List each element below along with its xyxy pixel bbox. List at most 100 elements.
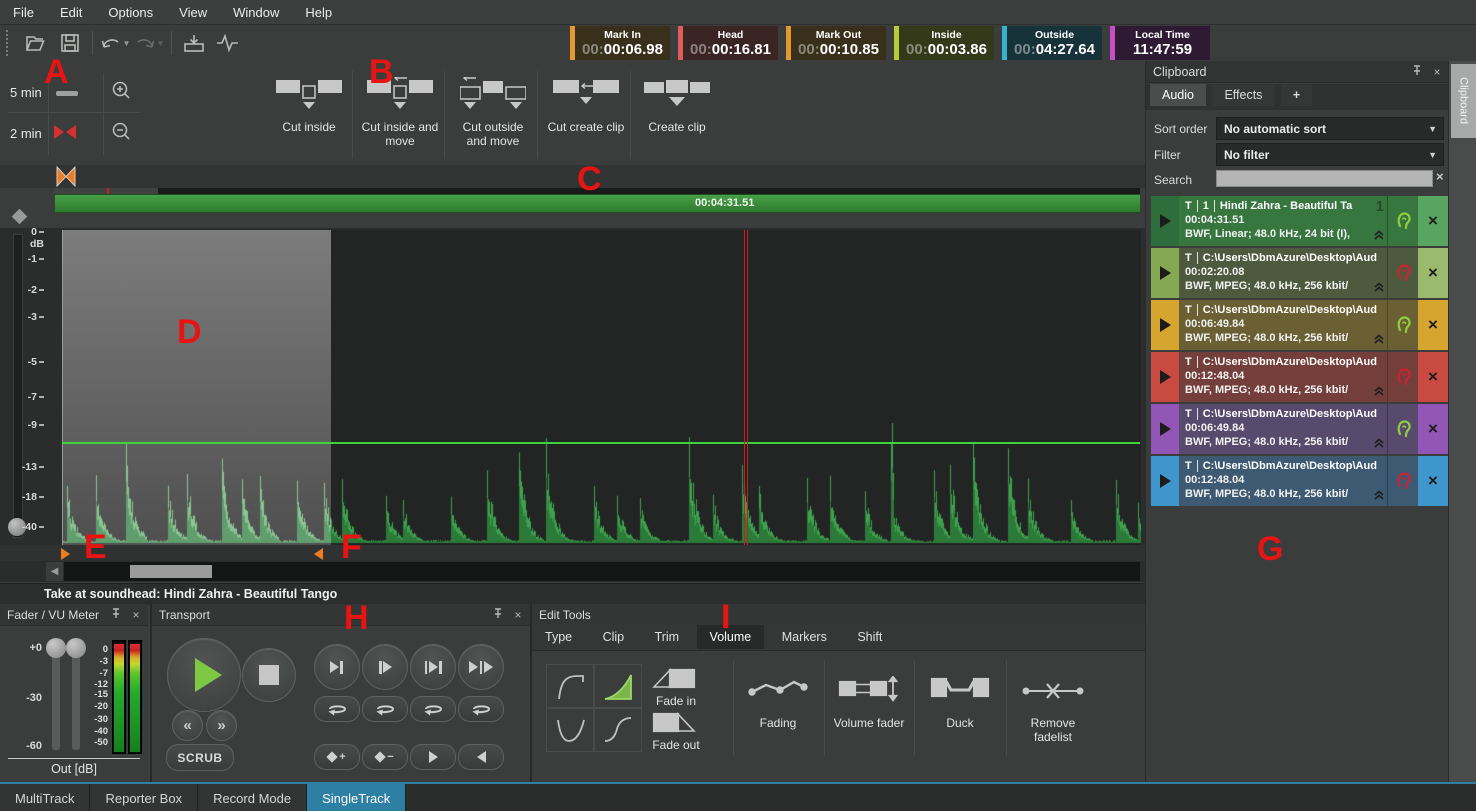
play-take-button[interactable] [1151, 300, 1179, 350]
redo-dropdown-caret[interactable]: ▼ [157, 39, 165, 48]
menu-window[interactable]: Window [220, 2, 292, 23]
volume-fader-label[interactable]: Volume fader [829, 716, 909, 730]
waveform-display[interactable] [62, 230, 1141, 545]
fade-curve-scurve1-button[interactable] [546, 707, 595, 752]
waveform-tool-button[interactable] [211, 29, 245, 57]
play-around-cut-button[interactable] [458, 644, 504, 690]
clear-search-icon[interactable]: × [1436, 169, 1444, 184]
menu-help[interactable]: Help [292, 2, 345, 23]
remove-fadelist-label[interactable]: Removefadelist [1013, 716, 1093, 744]
toolbar-grip[interactable] [6, 30, 13, 56]
close-icon[interactable]: × [128, 608, 144, 622]
clipboard-item-2[interactable]: TC:\Users\DbmAzure\Desktop\Aud 00:02:20.… [1151, 248, 1448, 298]
zoom-to-selection-icon[interactable] [54, 125, 76, 139]
prelisten-button[interactable] [1387, 300, 1418, 350]
play-from-mark-button[interactable] [362, 644, 408, 690]
play-take-button[interactable] [1151, 196, 1179, 246]
edit-marker-strip[interactable] [0, 545, 1145, 561]
playhead-cursor[interactable] [744, 230, 745, 560]
take-info[interactable]: TC:\Users\DbmAzure\Desktop\Aud 00:02:20.… [1179, 248, 1387, 298]
pin-icon[interactable] [1409, 65, 1425, 79]
fade-out-label[interactable]: Fade out [636, 738, 716, 752]
mark-out-flag-icon[interactable] [314, 548, 323, 560]
tab-trim[interactable]: Trim [642, 625, 693, 649]
take-info[interactable]: TC:\Users\DbmAzure\Desktop\Aud 00:12:48.… [1179, 456, 1387, 506]
tab-markers[interactable]: Markers [769, 625, 840, 649]
loop-1-button[interactable] [314, 696, 360, 722]
stop-button[interactable] [242, 648, 296, 702]
loop-2-button[interactable] [362, 696, 408, 722]
clipboard-item-5[interactable]: TC:\Users\DbmAzure\Desktop\Aud 00:06:49.… [1151, 404, 1448, 454]
zoom-preset-5min[interactable]: 5 min [10, 85, 42, 100]
undo-dropdown-caret[interactable]: ▼ [123, 39, 131, 48]
take-info[interactable]: TC:\Users\DbmAzure\Desktop\Aud 00:06:49.… [1179, 300, 1387, 350]
skip-back-button[interactable]: « [172, 710, 203, 741]
loop-3-button[interactable] [410, 696, 456, 722]
prelisten-button[interactable] [1387, 352, 1418, 402]
prev-marker-button[interactable] [458, 744, 504, 770]
play-take-button[interactable] [1151, 456, 1179, 506]
mark-in-flag-icon[interactable] [61, 548, 70, 560]
soundhead-marker-icon[interactable] [55, 166, 77, 187]
fade-in-button[interactable] [650, 666, 700, 695]
play-take-button[interactable] [1151, 352, 1179, 402]
play-button[interactable] [167, 638, 241, 712]
collapse-icon[interactable] [1373, 227, 1385, 245]
close-icon[interactable]: × [1429, 65, 1445, 79]
loop-4-button[interactable] [458, 696, 504, 722]
prelisten-button[interactable] [1387, 248, 1418, 298]
create-clip-button[interactable]: Create clip [633, 77, 721, 134]
remove-take-button[interactable]: × [1418, 248, 1448, 298]
tab-add[interactable]: + [1281, 84, 1312, 106]
pin-icon[interactable] [490, 608, 506, 622]
search-input[interactable] [1216, 170, 1433, 187]
fader-track-left[interactable] [52, 648, 60, 750]
clipboard-item-6[interactable]: TC:\Users\DbmAzure\Desktop\Aud 00:12:48.… [1151, 456, 1448, 506]
add-marker-button[interactable]: + [314, 744, 360, 770]
fading-button[interactable] [748, 676, 808, 705]
duck-label[interactable]: Duck [920, 716, 1000, 730]
prelisten-button[interactable] [1387, 456, 1418, 506]
remove-fadelist-button[interactable] [1022, 682, 1084, 705]
collapse-icon[interactable] [1373, 279, 1385, 297]
fade-curve-scurve2-button[interactable] [593, 707, 642, 752]
volume-envelope-line[interactable] [62, 442, 1140, 444]
tab-type[interactable]: Type [532, 625, 585, 649]
prelisten-button[interactable] [1387, 196, 1418, 246]
menu-view[interactable]: View [166, 2, 220, 23]
remove-take-button[interactable]: × [1418, 196, 1448, 246]
take-info[interactable]: TC:\Users\DbmAzure\Desktop\Aud 00:12:48.… [1179, 352, 1387, 402]
play-take-button[interactable] [1151, 248, 1179, 298]
collapse-icon[interactable] [1373, 331, 1385, 349]
waveform-canvas[interactable] [63, 230, 1141, 545]
pin-icon[interactable] [108, 608, 124, 622]
take-info[interactable]: TC:\Users\DbmAzure\Desktop\Aud 00:06:49.… [1179, 404, 1387, 454]
collapse-icon[interactable] [1373, 435, 1385, 453]
fade-curve-exp-button[interactable] [593, 664, 642, 709]
zoom-out-button[interactable] [110, 120, 134, 149]
scrub-button[interactable]: SCRUB [166, 744, 234, 771]
tab-reporter-box[interactable]: Reporter Box [90, 784, 198, 811]
tab-clip[interactable]: Clip [590, 625, 638, 649]
fade-curve-log-button[interactable] [546, 664, 595, 709]
clipboard-item-1[interactable]: T1Hindi Zahra - Beautiful Ta 00:04:31.51… [1151, 196, 1448, 246]
tab-effects[interactable]: Effects [1212, 84, 1274, 106]
import-take-button[interactable] [177, 29, 211, 57]
menu-options[interactable]: Options [95, 2, 166, 23]
tab-singletrack[interactable]: SingleTrack [307, 784, 406, 811]
remove-take-button[interactable]: × [1418, 300, 1448, 350]
duck-button[interactable] [930, 676, 990, 705]
zoom-in-button[interactable] [110, 79, 134, 108]
prelisten-button[interactable] [1387, 404, 1418, 454]
remove-take-button[interactable]: × [1418, 404, 1448, 454]
volume-fader-button[interactable] [838, 676, 900, 707]
collapse-icon[interactable] [1373, 487, 1385, 505]
clipboard-item-3[interactable]: TC:\Users\DbmAzure\Desktop\Aud 00:06:49.… [1151, 300, 1448, 350]
menu-file[interactable]: File [0, 2, 47, 23]
fader-track-right[interactable] [72, 648, 80, 750]
take-info[interactable]: T1Hindi Zahra - Beautiful Ta 00:04:31.51… [1179, 196, 1387, 246]
redo-button[interactable]: ▼ [132, 29, 166, 57]
fade-in-label[interactable]: Fade in [636, 694, 716, 708]
undo-button[interactable]: ▼ [98, 29, 132, 57]
play-between-marks-button[interactable] [410, 644, 456, 690]
